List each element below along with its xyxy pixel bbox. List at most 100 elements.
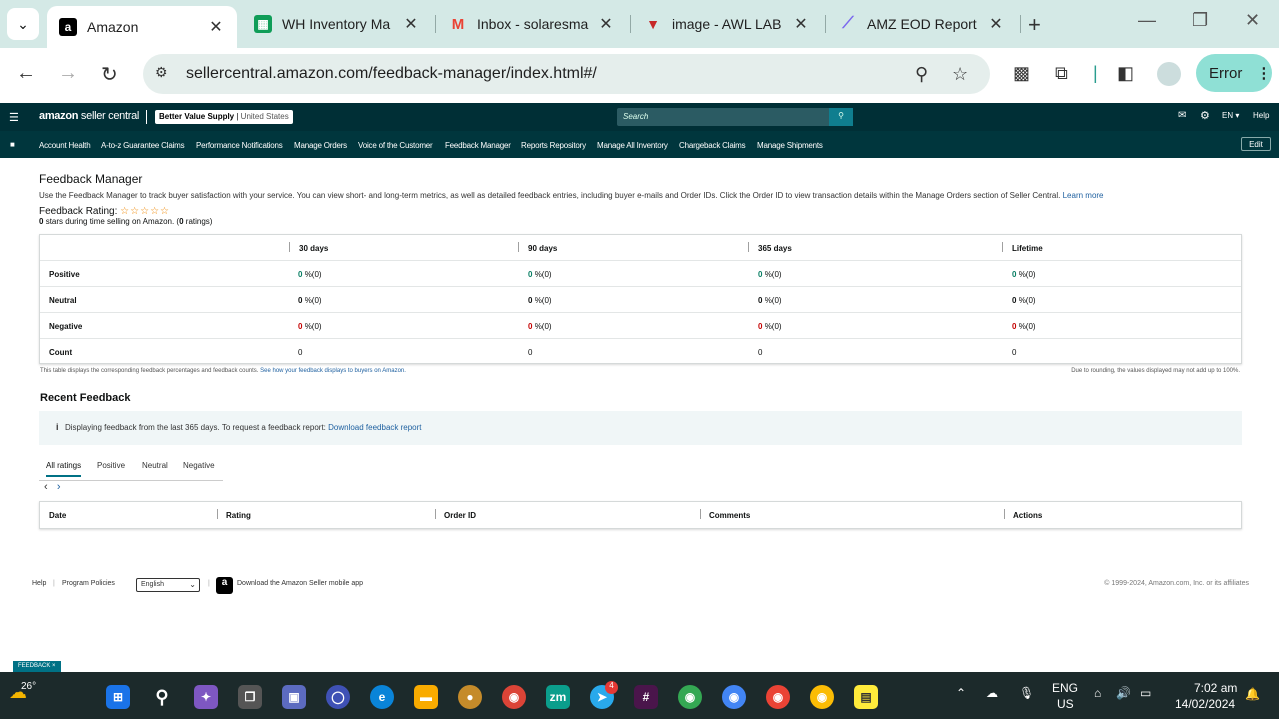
close-icon[interactable]: ✕	[987, 14, 1005, 34]
tab-positive[interactable]: Positive	[97, 461, 125, 470]
tab-negative[interactable]: Negative	[183, 461, 215, 470]
battery-icon[interactable]: ▭	[1140, 686, 1151, 700]
extensions-icon[interactable]: ⧉	[1055, 63, 1068, 84]
footer-help-link[interactable]: Help	[32, 580, 46, 587]
chevron-up-icon[interactable]: ⌃	[956, 686, 966, 700]
mail-icon[interactable]: ✉	[1178, 110, 1186, 121]
tab-amz-eod[interactable]: ⟋ AMZ EOD Report ✕	[827, 6, 1017, 42]
clock-time[interactable]: 7:02 am	[1194, 681, 1237, 695]
site-settings-icon[interactable]: ⚙	[155, 64, 168, 81]
row-label-positive: Positive	[49, 270, 80, 279]
col-rating[interactable]: Rating	[226, 511, 251, 520]
bookmark-star-icon[interactable]: ☆	[952, 64, 968, 85]
teams-icon[interactable]: ▣	[282, 685, 306, 709]
sticky-notes-icon[interactable]: ▤	[854, 685, 878, 709]
reload-icon[interactable]: ↻	[101, 62, 118, 87]
nav-voice-of-customer[interactable]: Voice of the Customer	[358, 141, 433, 150]
nav-account-health[interactable]: Account Health	[39, 141, 91, 150]
close-icon[interactable]: ✕	[402, 14, 420, 34]
copilot-icon[interactable]: ✦	[194, 685, 218, 709]
edge-icon[interactable]: e	[370, 685, 394, 709]
clock-date[interactable]: 14/02/2024	[1175, 697, 1235, 711]
chrome-profile-icon[interactable]: ◉	[722, 685, 746, 709]
col-date[interactable]: Date	[49, 511, 66, 520]
lang-primary[interactable]: ENG	[1052, 681, 1078, 695]
learn-more-link[interactable]: Learn more	[1063, 191, 1104, 200]
close-icon[interactable]: ✕	[597, 14, 615, 34]
download-report-link[interactable]: Download feedback report	[328, 423, 421, 432]
account-switcher[interactable]: Better Value Supply | United States	[155, 110, 293, 124]
search-input[interactable]: Search ⚲	[617, 108, 853, 126]
chevron-left-icon[interactable]: ‹	[44, 481, 48, 493]
tab-wh-inventory[interactable]: ▦ WH Inventory Ma ✕	[242, 6, 432, 42]
nav-reports-repository[interactable]: Reports Repository	[521, 141, 586, 150]
seller-central-logo[interactable]: amazon seller central	[39, 110, 139, 122]
url-text[interactable]: sellercentral.amazon.com/feedback-manage…	[186, 65, 597, 83]
nav-manage-shipments[interactable]: Manage Shipments	[757, 141, 823, 150]
amazon-app-icon[interactable]: a	[216, 577, 233, 594]
tab-amazon[interactable]: a Amazon ✕	[47, 6, 237, 48]
wifi-icon[interactable]: ⌂	[1094, 686, 1101, 700]
gear-icon[interactable]: ⚙	[1200, 109, 1210, 122]
col-comments[interactable]: Comments	[709, 511, 750, 520]
tab-gmail[interactable]: M Inbox - solaresma ✕	[437, 6, 627, 42]
feedback-tag-button[interactable]: FEEDBACK ×	[13, 661, 61, 672]
profile-avatar[interactable]	[1157, 62, 1181, 86]
taskbar-search-icon[interactable]: ⚲	[150, 685, 174, 709]
chevron-right-icon[interactable]: ›	[57, 481, 61, 493]
buyer-display-link[interactable]: See how your feedback displays to buyers…	[260, 368, 406, 374]
nav-feedback-manager[interactable]: Feedback Manager	[445, 141, 511, 150]
hamburger-menu-icon[interactable]: ☰	[9, 111, 19, 124]
bookmark-icon[interactable]: ■	[10, 140, 15, 149]
app-icon[interactable]: ●	[458, 685, 482, 709]
qr-code-icon[interactable]: ▩	[1013, 63, 1030, 84]
minimize-icon[interactable]: —	[1138, 10, 1156, 31]
cloud-icon[interactable]: ☁	[986, 686, 998, 700]
nav-manage-all-inventory[interactable]: Manage All Inventory	[597, 141, 668, 150]
weather-temp[interactable]: 26°	[21, 681, 36, 692]
notification-bell-icon[interactable]: 🔔	[1245, 687, 1260, 701]
tab-search-button[interactable]: ⌄	[7, 8, 39, 40]
footer-language-select[interactable]: English ⌄	[136, 578, 200, 592]
nav-manage-orders[interactable]: Manage Orders	[294, 141, 347, 150]
address-bar[interactable]: ⚙ sellercentral.amazon.com/feedback-mana…	[143, 54, 990, 94]
microphone-icon[interactable]: 🎙	[1019, 686, 1034, 700]
windows-start-icon[interactable]: ⊞	[106, 685, 130, 709]
language-selector[interactable]: EN ▾	[1222, 111, 1239, 120]
nav-atoz-claims[interactable]: A-to-z Guarantee Claims	[101, 141, 185, 150]
tab-all-ratings[interactable]: All ratings	[46, 461, 82, 477]
download-app-link[interactable]: Download the Amazon Seller mobile app	[237, 580, 363, 587]
slack-icon[interactable]: #	[634, 685, 658, 709]
new-tab-plus-icon[interactable]: +	[1028, 12, 1041, 38]
chat-icon[interactable]: ◯	[326, 685, 350, 709]
search-icon[interactable]: ⚲	[829, 108, 853, 126]
chrome-profile-icon[interactable]: ◉	[678, 685, 702, 709]
chrome-profile-icon[interactable]: ◉	[810, 685, 834, 709]
close-icon[interactable]: ✕	[792, 14, 810, 34]
error-button[interactable]: Error ⋮	[1196, 54, 1272, 92]
nav-chargeback-claims[interactable]: Chargeback Claims	[679, 141, 746, 150]
forward-arrow-icon[interactable]: →	[58, 62, 78, 85]
zoom-icon[interactable]: ⚲	[915, 64, 928, 85]
back-arrow-icon[interactable]: ←	[16, 62, 36, 85]
restore-icon[interactable]: ❐	[1192, 10, 1208, 31]
lang-secondary[interactable]: US	[1057, 697, 1074, 711]
volume-icon[interactable]: 🔊	[1116, 686, 1131, 700]
task-view-icon[interactable]: ❐	[238, 685, 262, 709]
more-menu-icon[interactable]: ⋮	[1256, 64, 1271, 82]
file-explorer-icon[interactable]: ▬	[414, 685, 438, 709]
tab-awl-lab[interactable]: ▼ image - AWL LAB ✕	[632, 6, 822, 42]
chrome-profile-icon[interactable]: ◉	[766, 685, 790, 709]
tab-neutral[interactable]: Neutral	[142, 461, 168, 470]
nav-performance-notifications[interactable]: Performance Notifications	[196, 141, 283, 150]
zoom-app-icon[interactable]: zm	[546, 685, 570, 709]
close-icon[interactable]: ✕	[207, 17, 225, 37]
close-window-icon[interactable]: ✕	[1245, 10, 1260, 31]
help-link[interactable]: Help	[1253, 111, 1269, 120]
edit-nav-button[interactable]: Edit	[1241, 137, 1271, 151]
chrome-icon[interactable]: ◉	[502, 685, 526, 709]
col-order-id[interactable]: Order ID	[444, 511, 476, 520]
side-panel-icon[interactable]: ◧	[1117, 63, 1134, 84]
program-policies-link[interactable]: Program Policies	[62, 580, 115, 587]
col-actions[interactable]: Actions	[1013, 511, 1042, 520]
